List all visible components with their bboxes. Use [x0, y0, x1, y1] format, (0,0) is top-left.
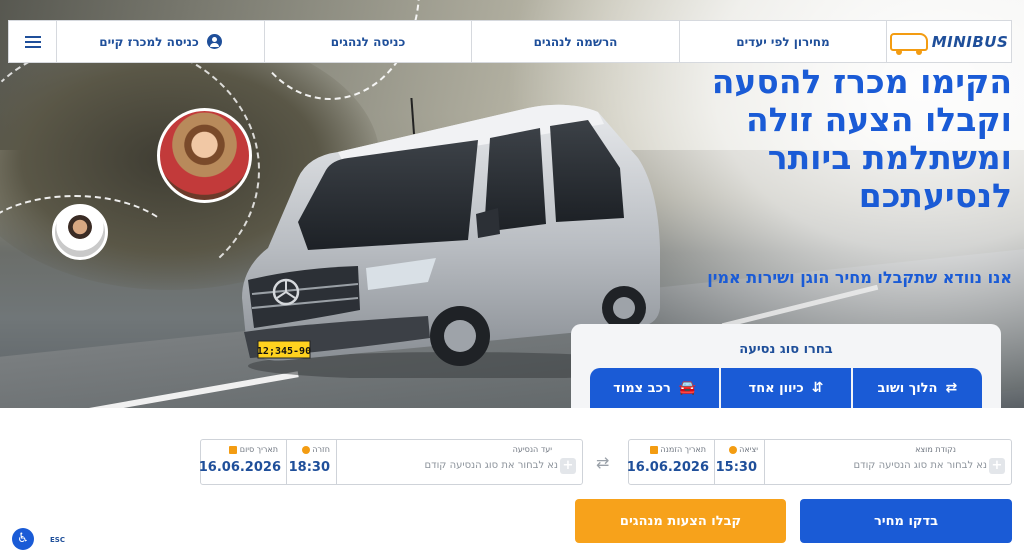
hero-headline: הקימו מכרז להסעה וקבלו הצעה זולה ומשתלמת… [692, 63, 1012, 215]
nav-label: כניסה למכרז קיים [99, 34, 199, 49]
hero-headline-line: ומשתלמת ביותר [767, 138, 1012, 177]
departure-value: 15:30 [715, 460, 757, 475]
departure-time-field[interactable]: יציאה 15:30 [715, 440, 764, 484]
menu-button[interactable] [9, 21, 57, 62]
trip-tab-label: כיוון אחד [748, 380, 804, 396]
check-price-button[interactable]: בדקו מחיר [800, 499, 1012, 543]
site-logo[interactable]: MINIBUS [887, 21, 1011, 62]
destination-group: תאריך סיום 16.06.2026 חזרה 18:30 יעד הנס… [198, 439, 583, 485]
clock-icon [301, 445, 310, 454]
nav-label: כניסה לנהגים [330, 34, 406, 49]
tab-one-way[interactable]: ⇵ כיוון אחד [721, 368, 853, 408]
user-icon [206, 34, 222, 49]
route-icon: ⇵ [811, 380, 824, 396]
price-by-destination-link[interactable]: מחירון לפי יעדים [680, 21, 887, 62]
driver-registration-link[interactable]: הרשמה לנהגים [472, 21, 680, 62]
order-date-label: תאריך הזמנה [660, 445, 706, 454]
order-date-field[interactable]: תאריך הזמנה 16.06.2026 [626, 440, 714, 484]
tab-dedicated-vehicle[interactable]: 🚘 רכב צמוד [590, 368, 722, 408]
clock-icon [728, 445, 737, 454]
driver-login-link[interactable]: כניסה לנהגים [265, 21, 472, 62]
hero-subline: אנו נוודא שתקבלו מחיר הוגן ושירות אמין [707, 268, 1012, 287]
booking-form: תאריך הזמנה 16.06.2026 יציאה 15:30 נקודת… [0, 408, 1024, 554]
get-offers-button[interactable]: קבלו הצעות מנהגים [575, 499, 786, 543]
trip-type-card: בחרו סוג נסיעה 🚘 רכב צמוד ⇵ כיוון אחד ⇄ … [571, 324, 1001, 408]
bus-roundtrip-icon: ⇄ [945, 380, 958, 396]
nav-label: הרשמה לנהגים [533, 34, 618, 49]
tab-round-trip[interactable]: ⇄ הלוך ושוב [852, 368, 982, 408]
customer-avatar-woman [157, 108, 252, 203]
logo-text: MINIBUS [931, 32, 1009, 51]
nav-label: מחירון לפי יעדים [736, 34, 830, 49]
hero-headline-line: לנסיעתכם [858, 176, 1012, 215]
end-date-field[interactable]: תאריך סיום 16.06.2026 [198, 440, 286, 484]
end-date-label: תאריך סיום [239, 445, 278, 454]
bus-logo-icon [889, 32, 928, 55]
destination-label: יעד הנסיעה [512, 445, 552, 454]
car-icon: 🚘 [678, 380, 697, 396]
add-origin-icon[interactable]: + [989, 458, 1005, 474]
swap-locations-icon[interactable]: ⇄ [596, 453, 609, 472]
calendar-icon [649, 445, 658, 454]
return-value: 18:30 [288, 460, 330, 475]
hero-headline-line: הקימו מכרז להסעה [711, 62, 1012, 101]
trip-tab-label: רכב צמוד [613, 380, 671, 396]
esc-label[interactable]: ESC [50, 536, 65, 544]
accessibility-icon[interactable]: ♿ [12, 528, 34, 550]
end-date-value: 16.06.2026 [198, 460, 281, 475]
departure-label: יציאה [739, 445, 758, 454]
return-label: חזרה [312, 445, 330, 454]
add-destination-icon[interactable]: + [560, 458, 576, 474]
order-date-value: 16.06.2026 [626, 460, 709, 475]
return-time-field[interactable]: חזרה 18:30 [287, 440, 336, 484]
license-plate-text: 12;345-90 [257, 346, 311, 357]
destination-placeholder: נא לבחור את סוג הנסיעה קודם [424, 460, 558, 471]
origin-placeholder: נא לבחור את סוג הנסיעה קודם [853, 460, 987, 471]
hero-headline-line: וקבלו הצעה זולה [745, 100, 1012, 139]
trip-type-title: בחרו סוג נסיעה [739, 342, 833, 357]
calendar-icon [229, 445, 238, 454]
top-navigation: כניסה למכרז קיים כניסה לנהגים הרשמה לנהג… [8, 20, 1012, 63]
origin-field[interactable]: נקודת מוצא נא לבחור את סוג הנסיעה קודם + [765, 440, 1011, 484]
driver-avatar-man [52, 204, 108, 260]
hamburger-icon [24, 35, 41, 48]
trip-tab-label: הלוך ושוב [877, 380, 938, 396]
trip-type-tabs: 🚘 רכב צמוד ⇵ כיוון אחד ⇄ הלוך ושוב [590, 368, 982, 408]
origin-label: נקודת מוצא [915, 445, 956, 454]
existing-tender-login-link[interactable]: כניסה למכרז קיים [57, 21, 265, 62]
destination-field[interactable]: יעד הנסיעה נא לבחור את סוג הנסיעה קודם + [337, 440, 582, 484]
origin-group: תאריך הזמנה 16.06.2026 יציאה 15:30 נקודת… [626, 439, 1012, 485]
